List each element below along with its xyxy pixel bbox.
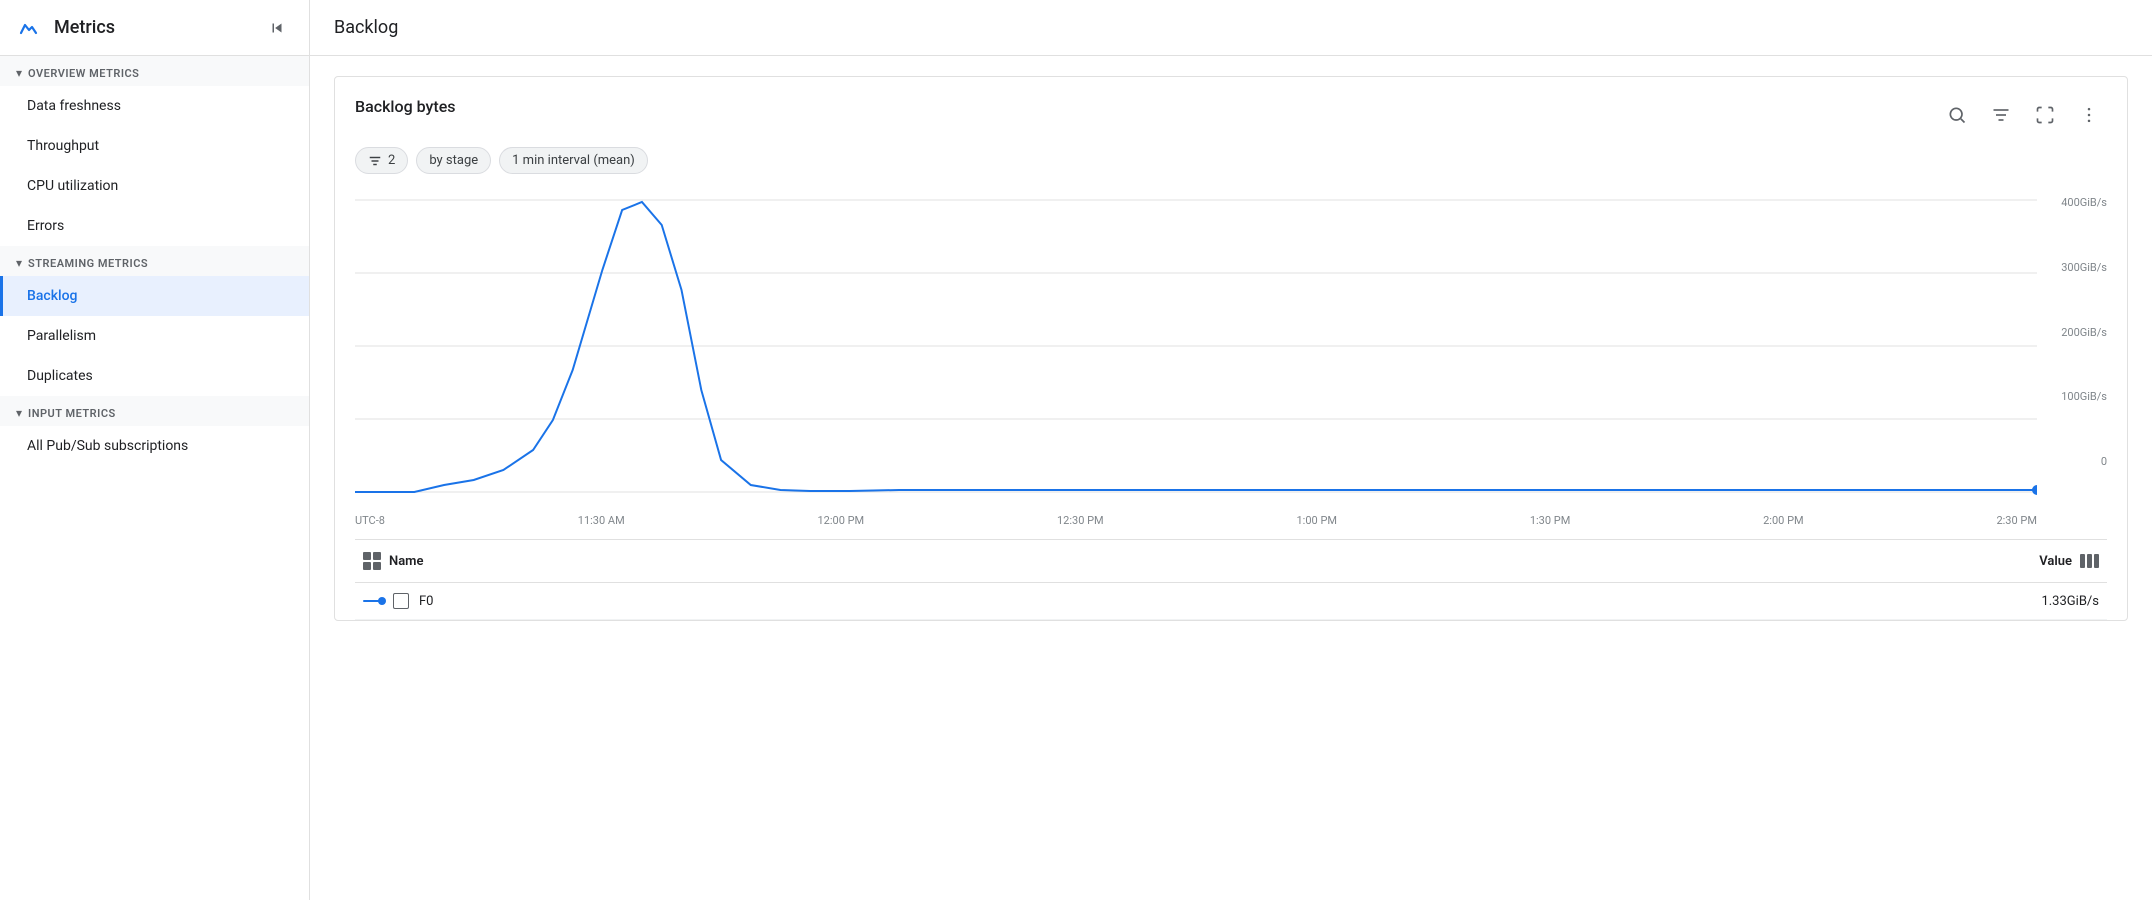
expand-button[interactable] <box>2027 97 2063 133</box>
section-overview-metrics[interactable]: ▾ OVERVIEW METRICS <box>0 56 309 86</box>
y-label-400: 400GiB/s <box>2061 196 2107 209</box>
chevron-down-icon-streaming: ▾ <box>16 256 22 270</box>
name-column-header: Name <box>389 554 423 569</box>
legend-item-value: 1.33GiB/s <box>2041 594 2099 609</box>
grid-icon <box>363 552 381 570</box>
chart-line-f0 <box>355 202 2037 492</box>
legend-table: Name Value <box>355 539 2107 620</box>
section-overview-label: OVERVIEW METRICS <box>28 67 139 80</box>
y-label-0: 0 <box>2101 455 2107 468</box>
legend-line-dot <box>363 600 383 603</box>
nav-item-parallelism[interactable]: Parallelism <box>0 316 309 356</box>
filter-interval-label: 1 min interval (mean) <box>512 153 635 168</box>
legend-header: Name Value <box>355 540 2107 583</box>
legend-name-header: Name <box>363 552 423 570</box>
sidebar-title: Metrics <box>54 17 115 38</box>
value-column-header: Value <box>2039 554 2072 569</box>
sidebar: Metrics ▾ OVERVIEW METRICS Data freshnes… <box>0 0 310 900</box>
chart-x-labels: UTC-8 11:30 AM 12:00 PM 12:30 PM 1:00 PM… <box>355 510 2037 531</box>
nav-item-duplicates[interactable]: Duplicates <box>0 356 309 396</box>
filter-stage-chip[interactable]: by stage <box>416 147 491 174</box>
chart-actions <box>1939 97 2107 133</box>
content-area: Backlog bytes <box>310 56 2152 900</box>
main-content: Backlog Backlog bytes <box>310 0 2152 900</box>
legend-item-name: F0 <box>419 594 434 609</box>
sidebar-title-wrap: Metrics <box>16 14 115 42</box>
chart-svg <box>355 190 2037 510</box>
x-label-130: 1:30 PM <box>1530 514 1570 527</box>
x-label-230: 2:30 PM <box>1996 514 2036 527</box>
x-label-utc8: UTC-8 <box>355 514 385 527</box>
chart-wrapper: 400GiB/s 300GiB/s 200GiB/s 100GiB/s 0 <box>355 190 2107 510</box>
chart-card-header: Backlog bytes <box>355 97 2107 133</box>
main-header: Backlog <box>310 0 2152 56</box>
section-streaming-label: STREAMING METRICS <box>28 257 148 270</box>
legend-checkbox-f0[interactable] <box>393 593 409 609</box>
section-input-metrics[interactable]: ▾ INPUT METRICS <box>0 396 309 426</box>
nav-item-throughput[interactable]: Throughput <box>0 126 309 166</box>
x-label-1230: 12:30 PM <box>1057 514 1104 527</box>
more-options-button[interactable] <box>2071 97 2107 133</box>
x-label-1200: 12:00 PM <box>818 514 865 527</box>
y-label-200: 200GiB/s <box>2061 326 2107 339</box>
chart-svg-container <box>355 190 2037 510</box>
nav-item-pubsub[interactable]: All Pub/Sub subscriptions <box>0 426 309 466</box>
filter-button[interactable] <box>1983 97 2019 133</box>
nav-item-data-freshness[interactable]: Data freshness <box>0 86 309 126</box>
y-label-300: 300GiB/s <box>2061 261 2107 274</box>
page-title: Backlog <box>334 17 398 38</box>
chart-end-dot <box>2032 485 2037 495</box>
chevron-down-icon-input: ▾ <box>16 406 22 420</box>
chevron-down-icon: ▾ <box>16 66 22 80</box>
chart-filters: 2 by stage 1 min interval (mean) <box>355 147 2107 174</box>
sidebar-header: Metrics <box>0 0 309 56</box>
x-label-200: 2:00 PM <box>1763 514 1803 527</box>
nav-item-cpu-utilization[interactable]: CPU utilization <box>0 166 309 206</box>
y-label-100: 100GiB/s <box>2061 390 2107 403</box>
x-label-1130: 11:30 AM <box>578 514 625 527</box>
chart-y-labels: 400GiB/s 300GiB/s 200GiB/s 100GiB/s 0 <box>2042 190 2107 474</box>
legend-value-header: Value <box>2039 554 2099 569</box>
nav-item-errors[interactable]: Errors <box>0 206 309 246</box>
metrics-icon <box>16 14 44 42</box>
sidebar-collapse-button[interactable] <box>261 12 293 44</box>
section-input-label: INPUT METRICS <box>28 407 116 420</box>
legend-line <box>363 600 383 603</box>
filter-count-label: 2 <box>388 153 395 168</box>
chart-title: Backlog bytes <box>355 97 456 116</box>
section-streaming-metrics[interactable]: ▾ STREAMING METRICS <box>0 246 309 276</box>
filter-count-chip[interactable]: 2 <box>355 147 408 174</box>
x-label-100: 1:00 PM <box>1297 514 1337 527</box>
legend-row-left: F0 <box>363 593 434 609</box>
filter-interval-chip[interactable]: 1 min interval (mean) <box>499 147 648 174</box>
nav-item-backlog[interactable]: Backlog <box>0 276 309 316</box>
filter-stage-label: by stage <box>429 153 478 168</box>
legend-dot <box>378 597 386 605</box>
column-select-icon[interactable] <box>2080 554 2099 568</box>
chart-card: Backlog bytes <box>334 76 2128 621</box>
legend-row: F0 1.33GiB/s <box>355 583 2107 620</box>
search-button[interactable] <box>1939 97 1975 133</box>
